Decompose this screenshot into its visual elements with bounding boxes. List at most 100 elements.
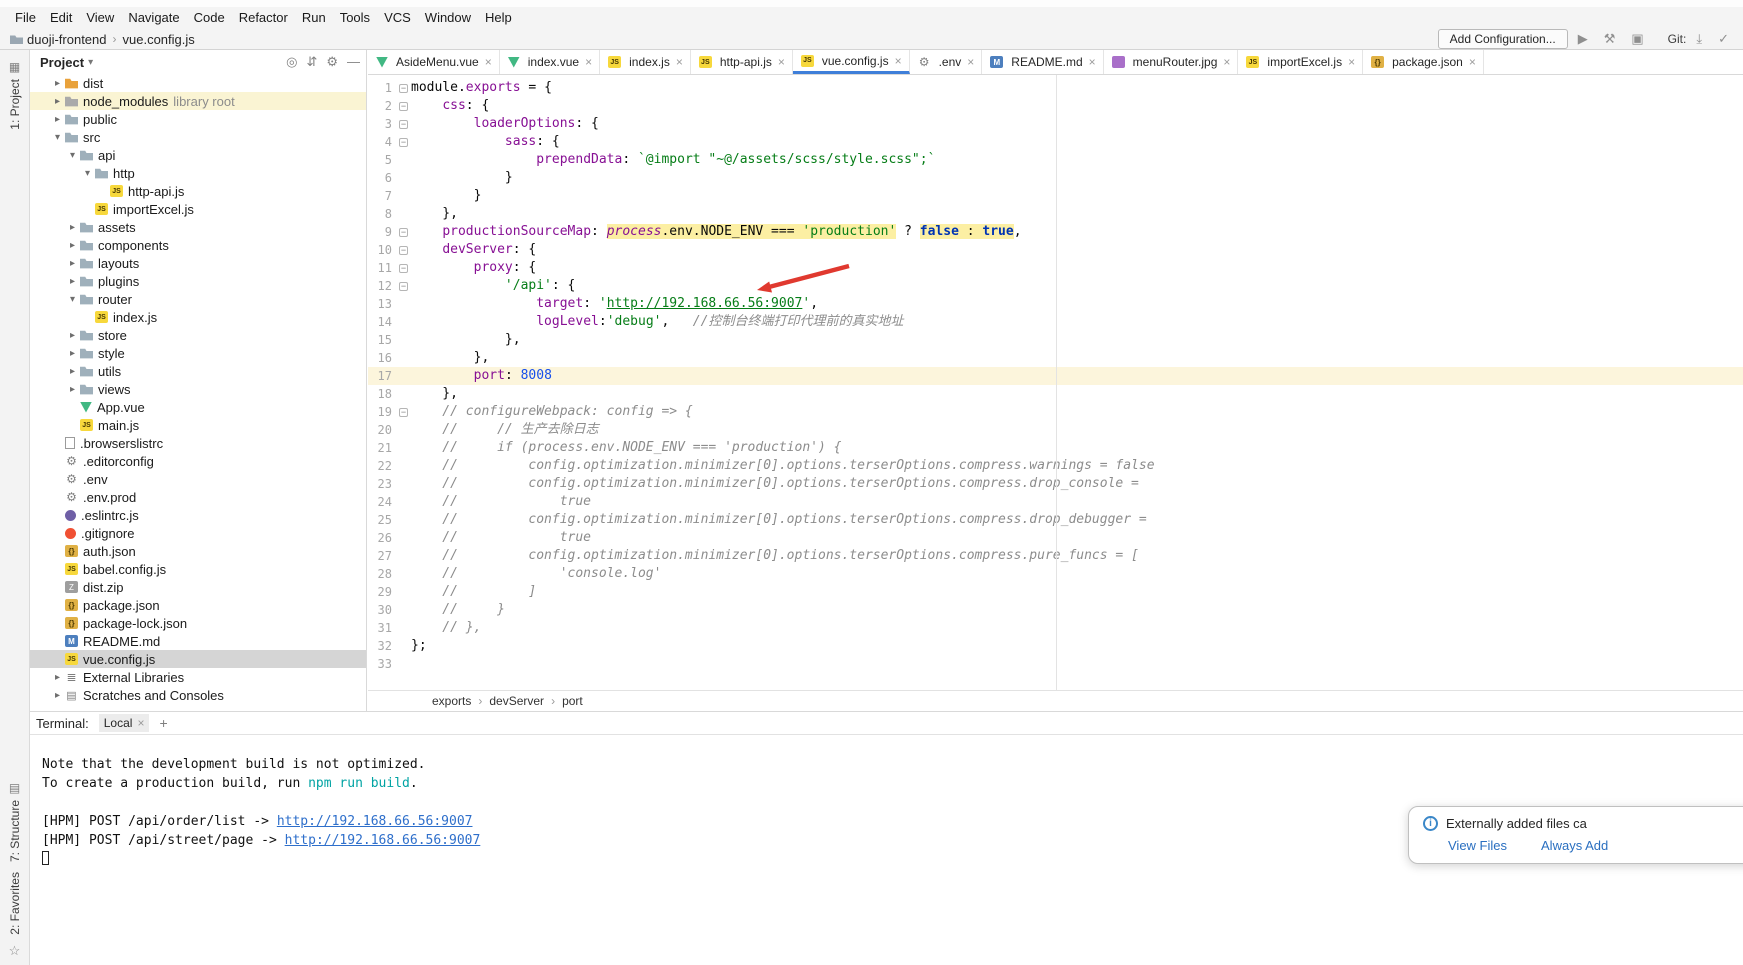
fold-icon[interactable]: − xyxy=(396,120,411,129)
editor-tab-http-api.js[interactable]: http-api.js× xyxy=(691,50,793,74)
tree-item-style[interactable]: ▸style xyxy=(30,344,366,362)
menu-item-code[interactable]: Code xyxy=(187,10,232,25)
project-panel-title[interactable]: Project xyxy=(40,55,84,70)
tree-item-components[interactable]: ▸components xyxy=(30,236,366,254)
menu-item-help[interactable]: Help xyxy=(478,10,519,25)
tool-window-tab-project[interactable]: ▦ 1: Project xyxy=(8,60,22,130)
close-icon[interactable]: × xyxy=(485,55,492,69)
menu-item-edit[interactable]: Edit xyxy=(43,10,79,25)
hide-panel-icon[interactable]: — xyxy=(347,54,360,70)
breadcrumb-project[interactable]: duoji-frontend xyxy=(27,32,107,47)
git-update-icon[interactable]: ⤓ xyxy=(1690,31,1708,47)
git-commit-icon[interactable]: ✓ xyxy=(1712,31,1735,47)
close-icon[interactable]: × xyxy=(1469,55,1476,69)
run-icon[interactable]: ▶ xyxy=(1572,31,1594,47)
editor-tab-vue.config.js[interactable]: vue.config.js× xyxy=(793,50,910,74)
tree-item-public[interactable]: ▸public xyxy=(30,110,366,128)
close-icon[interactable]: × xyxy=(967,55,974,69)
menu-item-vcs[interactable]: VCS xyxy=(377,10,418,25)
menu-item-tools[interactable]: Tools xyxy=(333,10,377,25)
tree-item-.editorconfig[interactable]: .editorconfig xyxy=(30,452,366,470)
fold-icon[interactable]: − xyxy=(396,84,411,93)
tree-item-assets[interactable]: ▸assets xyxy=(30,218,366,236)
editor-code-area[interactable]: 1−module.exports = {2− css: {3− loaderOp… xyxy=(368,75,1743,690)
editor-tab-README.md[interactable]: README.md× xyxy=(982,50,1103,74)
tree-item-auth.json[interactable]: auth.json xyxy=(30,542,366,560)
stop-icon[interactable]: ▣ xyxy=(1625,31,1649,47)
tree-item-babel.config.js[interactable]: babel.config.js xyxy=(30,560,366,578)
close-icon[interactable]: × xyxy=(1223,55,1230,69)
chevron-collapsed-icon[interactable]: ▸ xyxy=(66,276,79,287)
chevron-expanded-icon[interactable]: ▾ xyxy=(66,294,79,305)
breadcrumb-devServer[interactable]: devServer xyxy=(489,694,544,708)
terminal-link[interactable]: http://192.168.66.56:9007 xyxy=(285,833,481,848)
chevron-collapsed-icon[interactable]: ▸ xyxy=(66,258,79,269)
menu-item-run[interactable]: Run xyxy=(295,10,333,25)
menu-item-view[interactable]: View xyxy=(79,10,121,25)
chevron-expanded-icon[interactable]: ▾ xyxy=(51,132,64,143)
build-icon[interactable]: ⚒ xyxy=(1598,31,1622,47)
tree-item-router[interactable]: ▾router xyxy=(30,290,366,308)
tree-item-http[interactable]: ▾http xyxy=(30,164,366,182)
chevron-collapsed-icon[interactable]: ▸ xyxy=(51,690,64,701)
chevron-collapsed-icon[interactable]: ▸ xyxy=(51,96,64,107)
chevron-collapsed-icon[interactable]: ▸ xyxy=(66,330,79,341)
tree-item-vue.config.js[interactable]: vue.config.js xyxy=(30,650,366,668)
fold-icon[interactable]: − xyxy=(396,228,411,237)
tree-item-main.js[interactable]: main.js xyxy=(30,416,366,434)
add-configuration-button[interactable]: Add Configuration... xyxy=(1438,29,1568,49)
new-terminal-icon[interactable]: + xyxy=(159,715,167,731)
tree-item-External Libraries[interactable]: ▸External Libraries xyxy=(30,668,366,686)
editor-tab-package.json[interactable]: package.json× xyxy=(1363,50,1484,74)
tree-item-dist.zip[interactable]: dist.zip xyxy=(30,578,366,596)
menu-item-refactor[interactable]: Refactor xyxy=(232,10,295,25)
editor-tab-index.js[interactable]: index.js× xyxy=(600,50,691,74)
menu-item-window[interactable]: Window xyxy=(418,10,478,25)
fold-icon[interactable]: − xyxy=(396,246,411,255)
tool-window-tab-favorites[interactable]: 2: Favorites xyxy=(8,872,22,935)
tree-item-plugins[interactable]: ▸plugins xyxy=(30,272,366,290)
menu-item-file[interactable]: File xyxy=(8,10,43,25)
collapse-all-icon[interactable]: ⇵ xyxy=(306,54,317,70)
close-icon[interactable]: × xyxy=(585,55,592,69)
tree-item-src[interactable]: ▾src xyxy=(30,128,366,146)
tree-item-package-lock.json[interactable]: package-lock.json xyxy=(30,614,366,632)
breadcrumb-port[interactable]: port xyxy=(562,694,583,708)
tree-item-.env[interactable]: .env xyxy=(30,470,366,488)
chevron-expanded-icon[interactable]: ▾ xyxy=(66,150,79,161)
chevron-collapsed-icon[interactable]: ▸ xyxy=(66,240,79,251)
gear-icon[interactable]: ⚙ xyxy=(326,54,338,70)
chevron-collapsed-icon[interactable]: ▸ xyxy=(66,222,79,233)
editor-tab-index.vue[interactable]: index.vue× xyxy=(500,50,600,74)
tree-item-store[interactable]: ▸store xyxy=(30,326,366,344)
tree-item-api[interactable]: ▾api xyxy=(30,146,366,164)
tree-item-.browserslistrc[interactable]: .browserslistrc xyxy=(30,434,366,452)
chevron-collapsed-icon[interactable]: ▸ xyxy=(51,78,64,89)
tree-item-Scratches and Consoles[interactable]: ▸Scratches and Consoles xyxy=(30,686,366,704)
tree-item-index.js[interactable]: index.js xyxy=(30,308,366,326)
fold-icon[interactable]: − xyxy=(396,102,411,111)
close-icon[interactable]: × xyxy=(1089,55,1096,69)
tree-item-App.vue[interactable]: App.vue xyxy=(30,398,366,416)
editor-tab-.env[interactable]: .env× xyxy=(910,50,983,74)
tree-item-README.md[interactable]: README.md xyxy=(30,632,366,650)
tree-item-importExcel.js[interactable]: importExcel.js xyxy=(30,200,366,218)
tree-item-layouts[interactable]: ▸layouts xyxy=(30,254,366,272)
chevron-collapsed-icon[interactable]: ▸ xyxy=(66,384,79,395)
editor-tab-importExcel.js[interactable]: importExcel.js× xyxy=(1238,50,1363,74)
chevron-collapsed-icon[interactable]: ▸ xyxy=(51,672,64,683)
fold-icon[interactable]: − xyxy=(396,264,411,273)
close-icon[interactable]: × xyxy=(778,55,785,69)
tree-item-.gitignore[interactable]: .gitignore xyxy=(30,524,366,542)
chevron-collapsed-icon[interactable]: ▸ xyxy=(51,114,64,125)
locate-file-icon[interactable]: ◎ xyxy=(286,54,297,70)
editor-tab-menuRouter.jpg[interactable]: menuRouter.jpg× xyxy=(1104,50,1239,74)
close-icon[interactable]: × xyxy=(676,55,683,69)
menu-item-navigate[interactable]: Navigate xyxy=(121,10,186,25)
tree-item-dist[interactable]: ▸dist xyxy=(30,74,366,92)
tree-item-.env.prod[interactable]: .env.prod xyxy=(30,488,366,506)
tree-item-views[interactable]: ▸views xyxy=(30,380,366,398)
tree-item-.eslintrc.js[interactable]: .eslintrc.js xyxy=(30,506,366,524)
fold-icon[interactable]: − xyxy=(396,408,411,417)
tree-item-package.json[interactable]: package.json xyxy=(30,596,366,614)
